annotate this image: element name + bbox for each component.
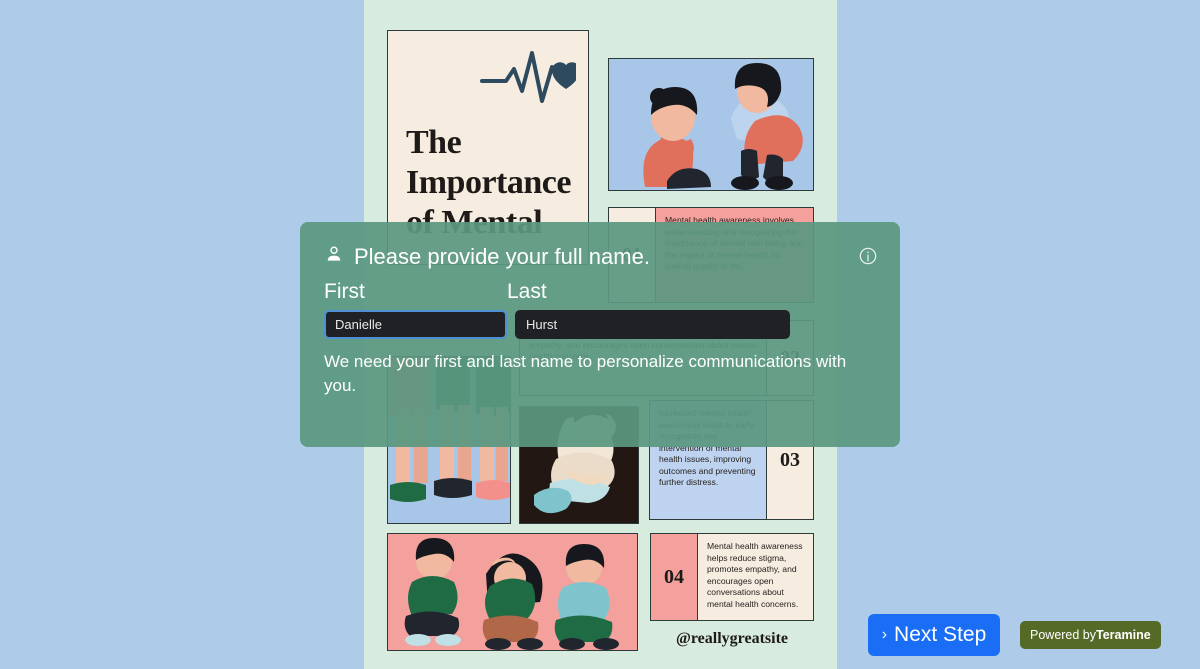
first-name-input[interactable] — [324, 310, 507, 339]
next-step-button[interactable]: › Next Step — [868, 614, 1000, 656]
teramine-brand: Teramine — [1096, 628, 1151, 642]
first-name-label: First — [324, 280, 365, 303]
fact-number: 04 — [651, 534, 698, 620]
next-step-label: Next Step — [894, 623, 987, 646]
name-prompt-dialog: Please provide your full name. First Las… — [300, 222, 900, 447]
info-circle-icon[interactable] — [858, 246, 878, 271]
powered-by-prefix: Powered by — [1030, 628, 1097, 642]
dialog-header: Please provide your full name. — [324, 244, 876, 270]
chevron-right-icon: › — [881, 626, 888, 643]
heartbeat-heart-icon — [480, 45, 580, 112]
field-row — [324, 310, 876, 339]
person-icon — [324, 244, 344, 270]
last-name-label: Last — [507, 280, 547, 303]
powered-by-badge[interactable]: Powered by Teramine — [1020, 621, 1161, 649]
photo-comforting-child — [608, 58, 814, 191]
last-name-input[interactable] — [515, 310, 790, 339]
helper-text: We need your first and last name to pers… — [324, 352, 847, 395]
fact-text: Mental health awareness helps reduce sti… — [707, 541, 803, 609]
photo-three-children-sitting — [387, 533, 638, 651]
fact-row: 04 Mental health awareness helps reduce … — [650, 533, 814, 621]
social-handle: @reallygreatsite — [675, 630, 789, 647]
dialog-heading: Please provide your full name. — [354, 244, 650, 269]
field-labels: First Last — [324, 280, 876, 304]
